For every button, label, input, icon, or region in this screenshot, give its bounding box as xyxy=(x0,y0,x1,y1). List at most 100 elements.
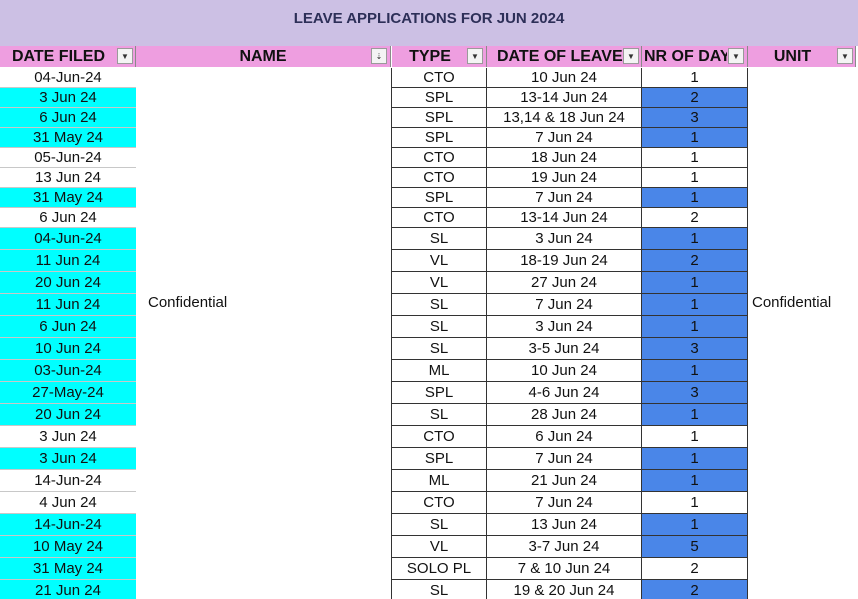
date-of-leave-cell[interactable]: 7 Jun 24 xyxy=(487,294,642,316)
date-of-leave-cell[interactable]: 18-19 Jun 24 xyxy=(487,250,642,272)
date-of-leave-cell[interactable]: 3 Jun 24 xyxy=(487,316,642,338)
type-cell[interactable]: SL xyxy=(391,514,487,536)
date-filed-cell[interactable]: 11 Jun 24 xyxy=(0,250,136,272)
nr-of-days-cell[interactable]: 3 xyxy=(642,108,748,128)
nr-of-days-cell[interactable]: 1 xyxy=(642,316,748,338)
type-cell[interactable]: SL xyxy=(391,580,487,599)
date-of-leave-cell[interactable]: 18 Jun 24 xyxy=(487,148,642,168)
header-date-filed[interactable]: DATE FILED ▼ xyxy=(0,46,136,67)
header-unit[interactable]: UNIT ▼ xyxy=(748,46,856,67)
date-of-leave-cell[interactable]: 10 Jun 24 xyxy=(487,360,642,382)
type-cell[interactable]: CTO xyxy=(391,426,487,448)
nr-of-days-cell[interactable]: 1 xyxy=(642,426,748,448)
date-filed-cell[interactable]: 6 Jun 24 xyxy=(0,316,136,338)
date-of-leave-cell[interactable]: 13,14 & 18 Jun 24 xyxy=(487,108,642,128)
nr-of-days-cell[interactable]: 1 xyxy=(642,492,748,514)
date-filed-cell[interactable]: 3 Jun 24 xyxy=(0,88,136,108)
date-of-leave-cell[interactable]: 3-5 Jun 24 xyxy=(487,338,642,360)
date-of-leave-cell[interactable]: 27 Jun 24 xyxy=(487,272,642,294)
filter-dropdown-icon[interactable]: ▼ xyxy=(728,48,744,64)
date-filed-cell[interactable]: 13 Jun 24 xyxy=(0,168,136,188)
date-filed-cell[interactable]: 14-Jun-24 xyxy=(0,514,136,536)
nr-of-days-cell[interactable]: 1 xyxy=(642,360,748,382)
nr-of-days-cell[interactable]: 2 xyxy=(642,88,748,108)
date-filed-cell[interactable]: 4 Jun 24 xyxy=(0,492,136,514)
type-cell[interactable]: CTO xyxy=(391,68,487,88)
type-cell[interactable]: SL xyxy=(391,404,487,426)
header-type[interactable]: TYPE ▼ xyxy=(392,46,487,67)
nr-of-days-cell[interactable]: 1 xyxy=(642,470,748,492)
nr-of-days-cell[interactable]: 1 xyxy=(642,188,748,208)
nr-of-days-cell[interactable]: 2 xyxy=(642,558,748,580)
type-cell[interactable]: CTO xyxy=(391,168,487,188)
date-filed-cell[interactable]: 14-Jun-24 xyxy=(0,470,136,492)
date-filed-cell[interactable]: 03-Jun-24 xyxy=(0,360,136,382)
date-filed-cell[interactable]: 20 Jun 24 xyxy=(0,404,136,426)
nr-of-days-cell[interactable]: 1 xyxy=(642,448,748,470)
date-filed-cell[interactable]: 6 Jun 24 xyxy=(0,108,136,128)
nr-of-days-cell[interactable]: 3 xyxy=(642,338,748,360)
nr-of-days-cell[interactable]: 1 xyxy=(642,148,748,168)
date-filed-cell[interactable]: 3 Jun 24 xyxy=(0,448,136,470)
date-filed-cell[interactable]: 04-Jun-24 xyxy=(0,228,136,250)
type-cell[interactable]: VL xyxy=(391,250,487,272)
filter-dropdown-icon[interactable]: ▼ xyxy=(837,48,853,64)
date-of-leave-cell[interactable]: 3 Jun 24 xyxy=(487,228,642,250)
nr-of-days-cell[interactable]: 2 xyxy=(642,250,748,272)
nr-of-days-cell[interactable]: 1 xyxy=(642,294,748,316)
type-cell[interactable]: ML xyxy=(391,470,487,492)
filter-dropdown-icon[interactable]: ▼ xyxy=(117,48,133,64)
date-of-leave-cell[interactable]: 7 Jun 24 xyxy=(487,492,642,514)
type-cell[interactable]: SPL xyxy=(391,382,487,404)
type-cell[interactable]: VL xyxy=(391,272,487,294)
type-cell[interactable]: SL xyxy=(391,316,487,338)
type-cell[interactable]: CTO xyxy=(391,492,487,514)
date-filed-cell[interactable]: 31 May 24 xyxy=(0,188,136,208)
nr-of-days-cell[interactable]: 3 xyxy=(642,382,748,404)
date-of-leave-cell[interactable]: 7 Jun 24 xyxy=(487,188,642,208)
date-filed-cell[interactable]: 3 Jun 24 xyxy=(0,426,136,448)
type-cell[interactable]: CTO xyxy=(391,208,487,228)
type-cell[interactable]: ML xyxy=(391,360,487,382)
date-filed-cell[interactable]: 27-May-24 xyxy=(0,382,136,404)
date-of-leave-cell[interactable]: 6 Jun 24 xyxy=(487,426,642,448)
type-cell[interactable]: CTO xyxy=(391,148,487,168)
date-of-leave-cell[interactable]: 21 Jun 24 xyxy=(487,470,642,492)
date-of-leave-cell[interactable]: 3-7 Jun 24 xyxy=(487,536,642,558)
date-filed-cell[interactable]: 11 Jun 24 xyxy=(0,294,136,316)
date-of-leave-cell[interactable]: 13-14 Jun 24 xyxy=(487,88,642,108)
nr-of-days-cell[interactable]: 2 xyxy=(642,208,748,228)
nr-of-days-cell[interactable]: 2 xyxy=(642,580,748,599)
date-of-leave-cell[interactable]: 19 Jun 24 xyxy=(487,168,642,188)
type-cell[interactable]: SL xyxy=(391,338,487,360)
header-nr-of-days[interactable]: NR OF DAYS ▼ xyxy=(642,46,748,67)
nr-of-days-cell[interactable]: 1 xyxy=(642,404,748,426)
type-cell[interactable]: SL xyxy=(391,228,487,250)
date-of-leave-cell[interactable]: 4-6 Jun 24 xyxy=(487,382,642,404)
date-of-leave-cell[interactable]: 7 Jun 24 xyxy=(487,448,642,470)
nr-of-days-cell[interactable]: 1 xyxy=(642,272,748,294)
date-of-leave-cell[interactable]: 13-14 Jun 24 xyxy=(487,208,642,228)
type-cell[interactable]: SPL xyxy=(391,108,487,128)
date-of-leave-cell[interactable]: 7 & 10 Jun 24 xyxy=(487,558,642,580)
nr-of-days-cell[interactable]: 1 xyxy=(642,514,748,536)
date-filed-cell[interactable]: 05-Jun-24 xyxy=(0,148,136,168)
date-filed-cell[interactable]: 20 Jun 24 xyxy=(0,272,136,294)
date-filed-cell[interactable]: 04-Jun-24 xyxy=(0,68,136,88)
filter-dropdown-icon[interactable]: ▼ xyxy=(467,48,483,64)
type-cell[interactable]: SPL xyxy=(391,88,487,108)
type-cell[interactable]: SOLO PL xyxy=(391,558,487,580)
nr-of-days-cell[interactable]: 1 xyxy=(642,168,748,188)
date-of-leave-cell[interactable]: 7 Jun 24 xyxy=(487,128,642,148)
type-cell[interactable]: SPL xyxy=(391,188,487,208)
nr-of-days-cell[interactable]: 1 xyxy=(642,228,748,250)
nr-of-days-cell[interactable]: 1 xyxy=(642,128,748,148)
type-cell[interactable]: VL xyxy=(391,536,487,558)
nr-of-days-cell[interactable]: 1 xyxy=(642,68,748,88)
date-of-leave-cell[interactable]: 28 Jun 24 xyxy=(487,404,642,426)
filter-dropdown-icon[interactable]: ▼ xyxy=(623,48,639,64)
date-filed-cell[interactable]: 6 Jun 24 xyxy=(0,208,136,228)
header-name[interactable]: NAME ⇣ xyxy=(136,46,391,67)
date-filed-cell[interactable]: 31 May 24 xyxy=(0,558,136,580)
header-date-of-leave[interactable]: DATE OF LEAVE ▼ xyxy=(487,46,642,67)
